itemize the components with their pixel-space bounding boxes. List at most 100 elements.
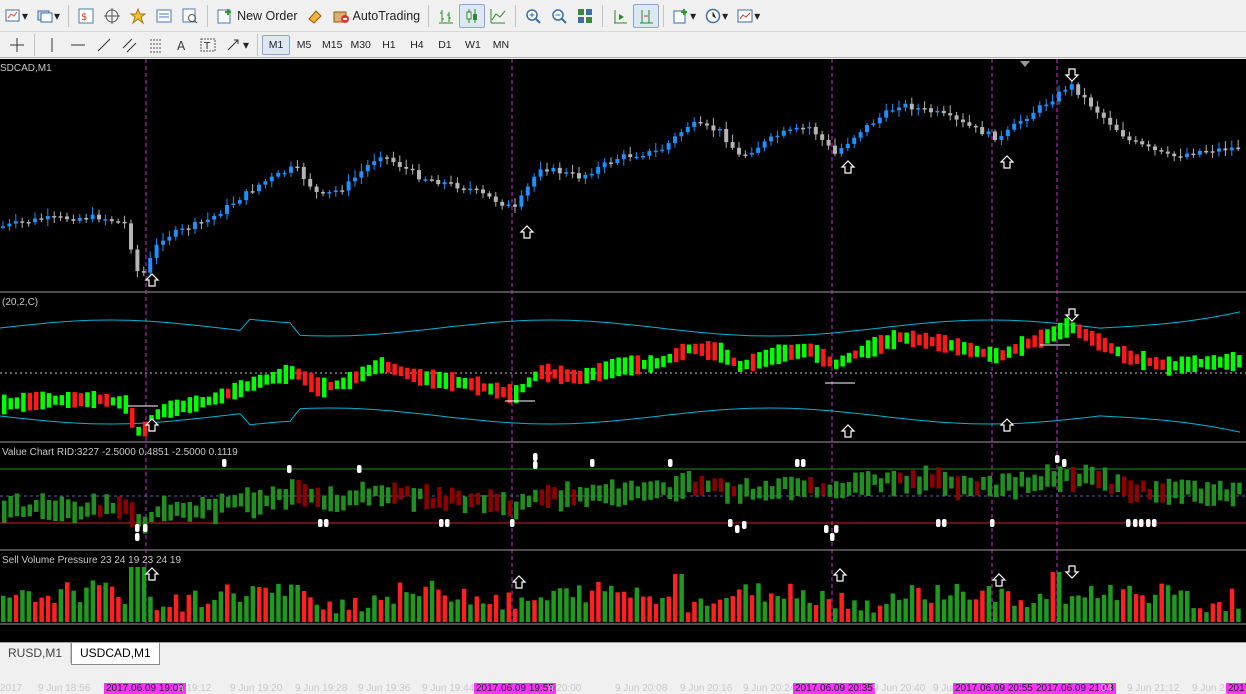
- candle-body: [909, 103, 914, 110]
- value-candle: [53, 500, 58, 522]
- value-candle: [1077, 473, 1082, 487]
- bands-candle: [738, 360, 743, 372]
- auto-scroll-icon[interactable]: [607, 4, 633, 28]
- candle-body: [615, 158, 620, 163]
- timeframe-m5-button[interactable]: M5: [290, 35, 318, 55]
- candle-body: [692, 121, 697, 127]
- candle-body: [1159, 150, 1164, 152]
- timeframe-m1-button[interactable]: M1: [262, 34, 291, 55]
- data-window-icon[interactable]: [99, 4, 125, 28]
- crosshair-icon[interactable]: [4, 33, 30, 57]
- bands-candle: [866, 340, 871, 358]
- svg-text:A: A: [177, 39, 186, 53]
- chart-window[interactable]: SDCAD,M1 (20,2,C) Value Chart RID:3227 -…: [0, 59, 1246, 694]
- bands-candle: [526, 377, 532, 388]
- timeframe-h1-button[interactable]: H1: [375, 35, 403, 55]
- arrows-icon[interactable]: ▾: [221, 33, 253, 57]
- candle-body: [193, 222, 197, 229]
- value-candle: [808, 477, 813, 494]
- bands-candle: [1102, 338, 1108, 353]
- value-extreme-dot: [287, 465, 292, 473]
- bands-candle: [981, 348, 986, 357]
- trendline-icon[interactable]: [91, 33, 117, 57]
- chart-tabs: RUSD,M1 USDCAD,M1: [0, 642, 1246, 667]
- timeframe-m30-button[interactable]: M30: [346, 35, 374, 55]
- volume-bar: [1114, 600, 1120, 622]
- timeframe-m15-button[interactable]: M15: [318, 35, 346, 55]
- horizontal-line-icon[interactable]: [65, 33, 91, 57]
- tab-rusd[interactable]: RUSD,M1: [0, 643, 72, 663]
- equidistant-channel-icon[interactable]: [117, 33, 143, 57]
- candle-body: [1050, 101, 1055, 105]
- periodicity-icon[interactable]: ▾: [700, 4, 732, 28]
- indicators-icon[interactable]: ▾: [668, 4, 700, 28]
- strategy-tester-icon[interactable]: [177, 4, 203, 28]
- bands-candle: [251, 376, 257, 391]
- profiles-icon[interactable]: ▾: [32, 4, 64, 28]
- volume-bar: [1153, 594, 1158, 622]
- chart-shift-icon[interactable]: [633, 3, 660, 28]
- volume-bar: [97, 585, 102, 622]
- value-candle: [328, 486, 333, 512]
- value-candle: [117, 496, 122, 519]
- time-label: 9 Jun 20:24: [743, 683, 796, 694]
- zoom-out-icon[interactable]: [546, 4, 572, 28]
- metaeditor-icon[interactable]: [302, 4, 328, 28]
- zoom-in-icon[interactable]: [520, 4, 546, 28]
- navigator-icon[interactable]: [125, 4, 151, 28]
- bands-candle: [78, 393, 84, 407]
- value-candle: [494, 493, 500, 511]
- bands-candle: [1045, 329, 1050, 344]
- chart-canvas[interactable]: [0, 59, 1246, 642]
- volume-bar: [775, 596, 780, 622]
- bands-candle: [1122, 346, 1127, 364]
- value-extreme-dot: [1126, 519, 1131, 527]
- timeframe-bar: M1 M5 M15 M30 H1 H4 D1 W1 MN: [262, 34, 515, 55]
- volume-bar: [845, 608, 851, 622]
- value-candle: [1224, 489, 1229, 502]
- fibonacci-icon[interactable]: [143, 33, 169, 57]
- templates-icon[interactable]: ▾: [732, 4, 764, 28]
- volume-bar: [743, 584, 748, 622]
- volume-bar: [1217, 602, 1222, 622]
- timeframe-d1-button[interactable]: D1: [431, 35, 459, 55]
- bands-candle: [136, 426, 141, 436]
- volume-bar: [218, 591, 224, 622]
- terminal-icon[interactable]: [151, 4, 177, 28]
- bands-candle: [322, 377, 327, 398]
- tile-windows-icon[interactable]: [572, 4, 598, 28]
- volume-bar: [161, 606, 166, 622]
- autotrading-button[interactable]: AutoTrading: [328, 4, 425, 28]
- candle-body: [903, 103, 908, 108]
- timeframe-w1-button[interactable]: W1: [459, 35, 487, 55]
- value-extreme-dot: [1139, 519, 1144, 527]
- text-icon[interactable]: A: [169, 33, 195, 57]
- value-candle: [149, 511, 154, 523]
- text-label-icon[interactable]: T: [195, 33, 221, 57]
- candlestick-chart-icon[interactable]: [459, 3, 486, 28]
- new-order-button[interactable]: New Order: [212, 4, 301, 28]
- volume-bar: [685, 612, 691, 622]
- bands-candle: [232, 382, 237, 400]
- value-candle: [987, 475, 993, 497]
- candle-body: [532, 176, 537, 187]
- market-watch-icon[interactable]: $: [73, 4, 99, 28]
- value-candle: [392, 482, 397, 504]
- volume-bar: [65, 582, 70, 622]
- vertical-line-icon[interactable]: [39, 33, 65, 57]
- new-chart-icon[interactable]: ▾: [0, 4, 32, 28]
- bar-chart-icon[interactable]: [433, 4, 459, 28]
- bands-candle: [558, 365, 564, 384]
- timeframe-h4-button[interactable]: H4: [403, 35, 431, 55]
- line-chart-icon[interactable]: [485, 4, 511, 28]
- tab-usdcad[interactable]: USDCAD,M1: [71, 643, 160, 665]
- candle-body: [410, 168, 415, 171]
- bands-candle: [181, 400, 186, 413]
- value-extreme-dot: [742, 521, 747, 529]
- candle-body: [845, 143, 850, 149]
- candle-body: [621, 154, 626, 159]
- bands-candle: [962, 342, 967, 355]
- timeframe-mn-button[interactable]: MN: [487, 35, 515, 55]
- candle-body: [225, 205, 229, 214]
- volume-bar: [1172, 594, 1177, 622]
